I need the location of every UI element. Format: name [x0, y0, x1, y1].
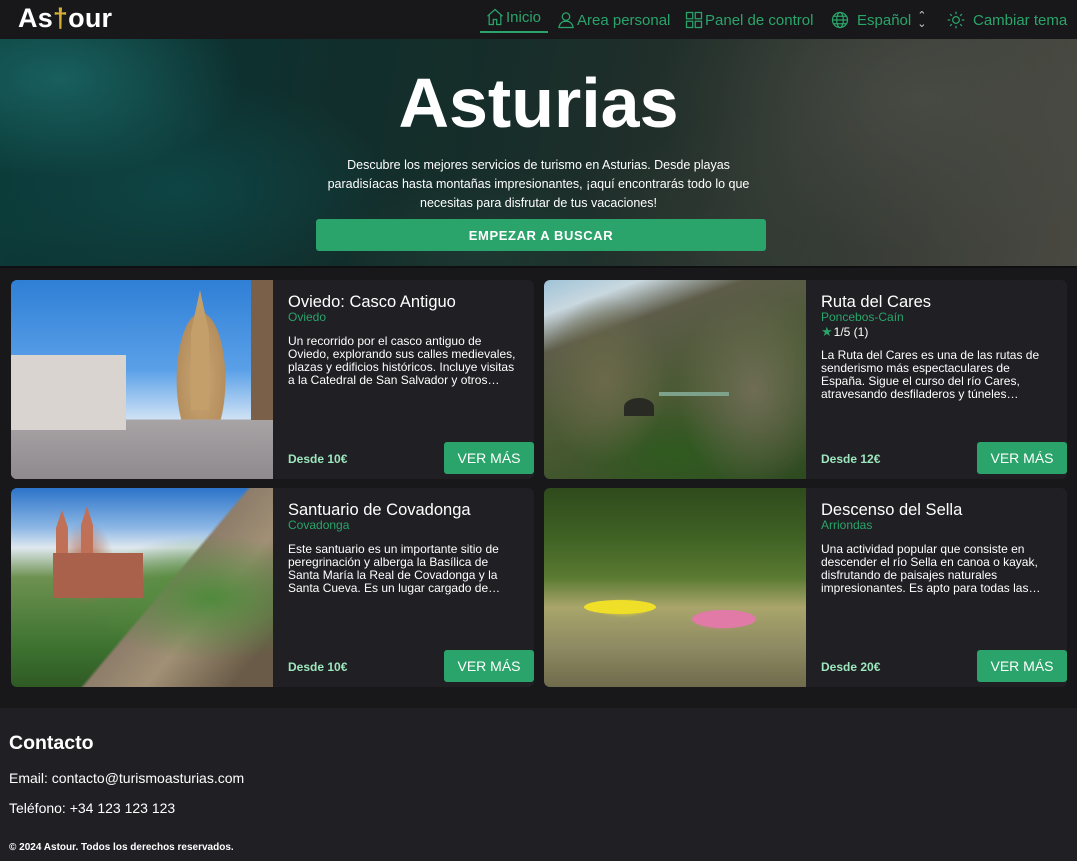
card-price: Desde 12€: [821, 452, 881, 466]
canoe-shape: [692, 610, 756, 628]
card-rating: ★ 1/5 (1): [821, 324, 868, 340]
theme-toggle[interactable]: Cambiar tema: [946, 7, 1067, 33]
star-icon: ★: [821, 324, 833, 339]
card-description: Un recorrido por el casco antiguo de Ovi…: [288, 335, 516, 387]
footer-email: Email: contacto@turismoasturias.com: [9, 770, 245, 786]
card-location: Covadonga: [288, 518, 350, 532]
card-location: Arriondas: [821, 518, 873, 532]
nav-item-inicio[interactable]: Inicio: [480, 5, 548, 33]
tour-image-covadonga: [11, 488, 273, 687]
theme-label: Cambiar tema: [973, 11, 1068, 29]
card-location: Oviedo: [288, 310, 327, 324]
view-more-button[interactable]: VER MÁS: [444, 650, 534, 682]
view-more-button[interactable]: VER MÁS: [977, 650, 1067, 682]
rating-value: 1/5 (1): [833, 325, 869, 339]
view-more-button[interactable]: VER MÁS: [977, 442, 1067, 474]
canoe-shape: [584, 600, 656, 614]
nav-item-panel-de-control[interactable]: Panel de control: [684, 7, 813, 33]
building-shape: [251, 280, 273, 420]
top-navbar: As†our Inicio Area personal Panel de con…: [0, 0, 1077, 39]
language-select[interactable]: Español ⌃ ⌄: [830, 7, 926, 33]
nav-item-label: Inicio: [506, 8, 542, 26]
start-search-button[interactable]: EMPEZAR A BUSCAR: [316, 219, 766, 251]
chevron-updown-icon: ⌃ ⌄: [917, 10, 927, 30]
globe-icon: [831, 11, 849, 29]
dashboard-icon: [685, 11, 703, 29]
logo-text-start: As: [18, 3, 53, 33]
tour-image-oviedo: [11, 280, 273, 479]
nav-item-area-personal[interactable]: Area personal: [556, 7, 670, 33]
tour-card[interactable]: Descenso del Sella Arriondas Una activid…: [544, 488, 1067, 687]
footer-phone: Teléfono: +34 123 123 123: [9, 800, 176, 816]
hero-banner: Asturias Descubre los mejores servicios …: [0, 39, 1077, 266]
card-price: Desde 10€: [288, 660, 348, 674]
card-price: Desde 10€: [288, 452, 348, 466]
building-shape: [11, 355, 126, 430]
basilica-body-shape: [53, 553, 143, 598]
hero-title: Asturias: [398, 64, 679, 142]
hero-description: Descubre los mejores servicios de turism…: [327, 158, 750, 210]
logo-text-end: our: [68, 3, 113, 33]
card-location: Poncebos-Caín: [821, 310, 904, 324]
footer-title: Contacto: [9, 732, 94, 754]
tour-image-ruta-del-cares: [544, 280, 806, 479]
tour-image-descenso-del-sella: [544, 488, 806, 687]
logo[interactable]: As†our: [18, 3, 112, 34]
user-icon: [558, 12, 574, 29]
nav-item-label: Panel de control: [705, 11, 814, 29]
nav-item-label: Area personal: [577, 11, 671, 29]
card-price: Desde 20€: [821, 660, 881, 674]
card-description: Una actividad popular que consiste en de…: [821, 543, 1038, 595]
tour-card[interactable]: Oviedo: Casco Antiguo Oviedo Un recorrid…: [11, 280, 534, 479]
bridge-shape: [659, 392, 729, 396]
cathedral-tower-shape: [191, 290, 209, 410]
sun-icon: [947, 11, 965, 29]
tour-card[interactable]: Santuario de Covadonga Covadonga Este sa…: [11, 488, 534, 687]
tunnel-shape: [624, 398, 654, 416]
footer-copyright: © 2024 Astour. Todos los derechos reserv…: [9, 842, 234, 853]
home-icon: [487, 8, 503, 26]
card-description: La Ruta del Cares es una de las rutas de…: [821, 349, 1040, 401]
logo-cross-icon: †: [52, 3, 69, 33]
footer: Contacto Email: contacto@turismoasturias…: [0, 708, 1077, 861]
language-label: Español: [857, 11, 912, 29]
card-description: Este santuario es un importante sitio de…: [288, 543, 499, 595]
divider: [0, 266, 1077, 268]
tour-card[interactable]: Ruta del Cares Poncebos-Caín ★ 1/5 (1) La…: [544, 280, 1067, 479]
view-more-button[interactable]: VER MÁS: [444, 442, 534, 474]
